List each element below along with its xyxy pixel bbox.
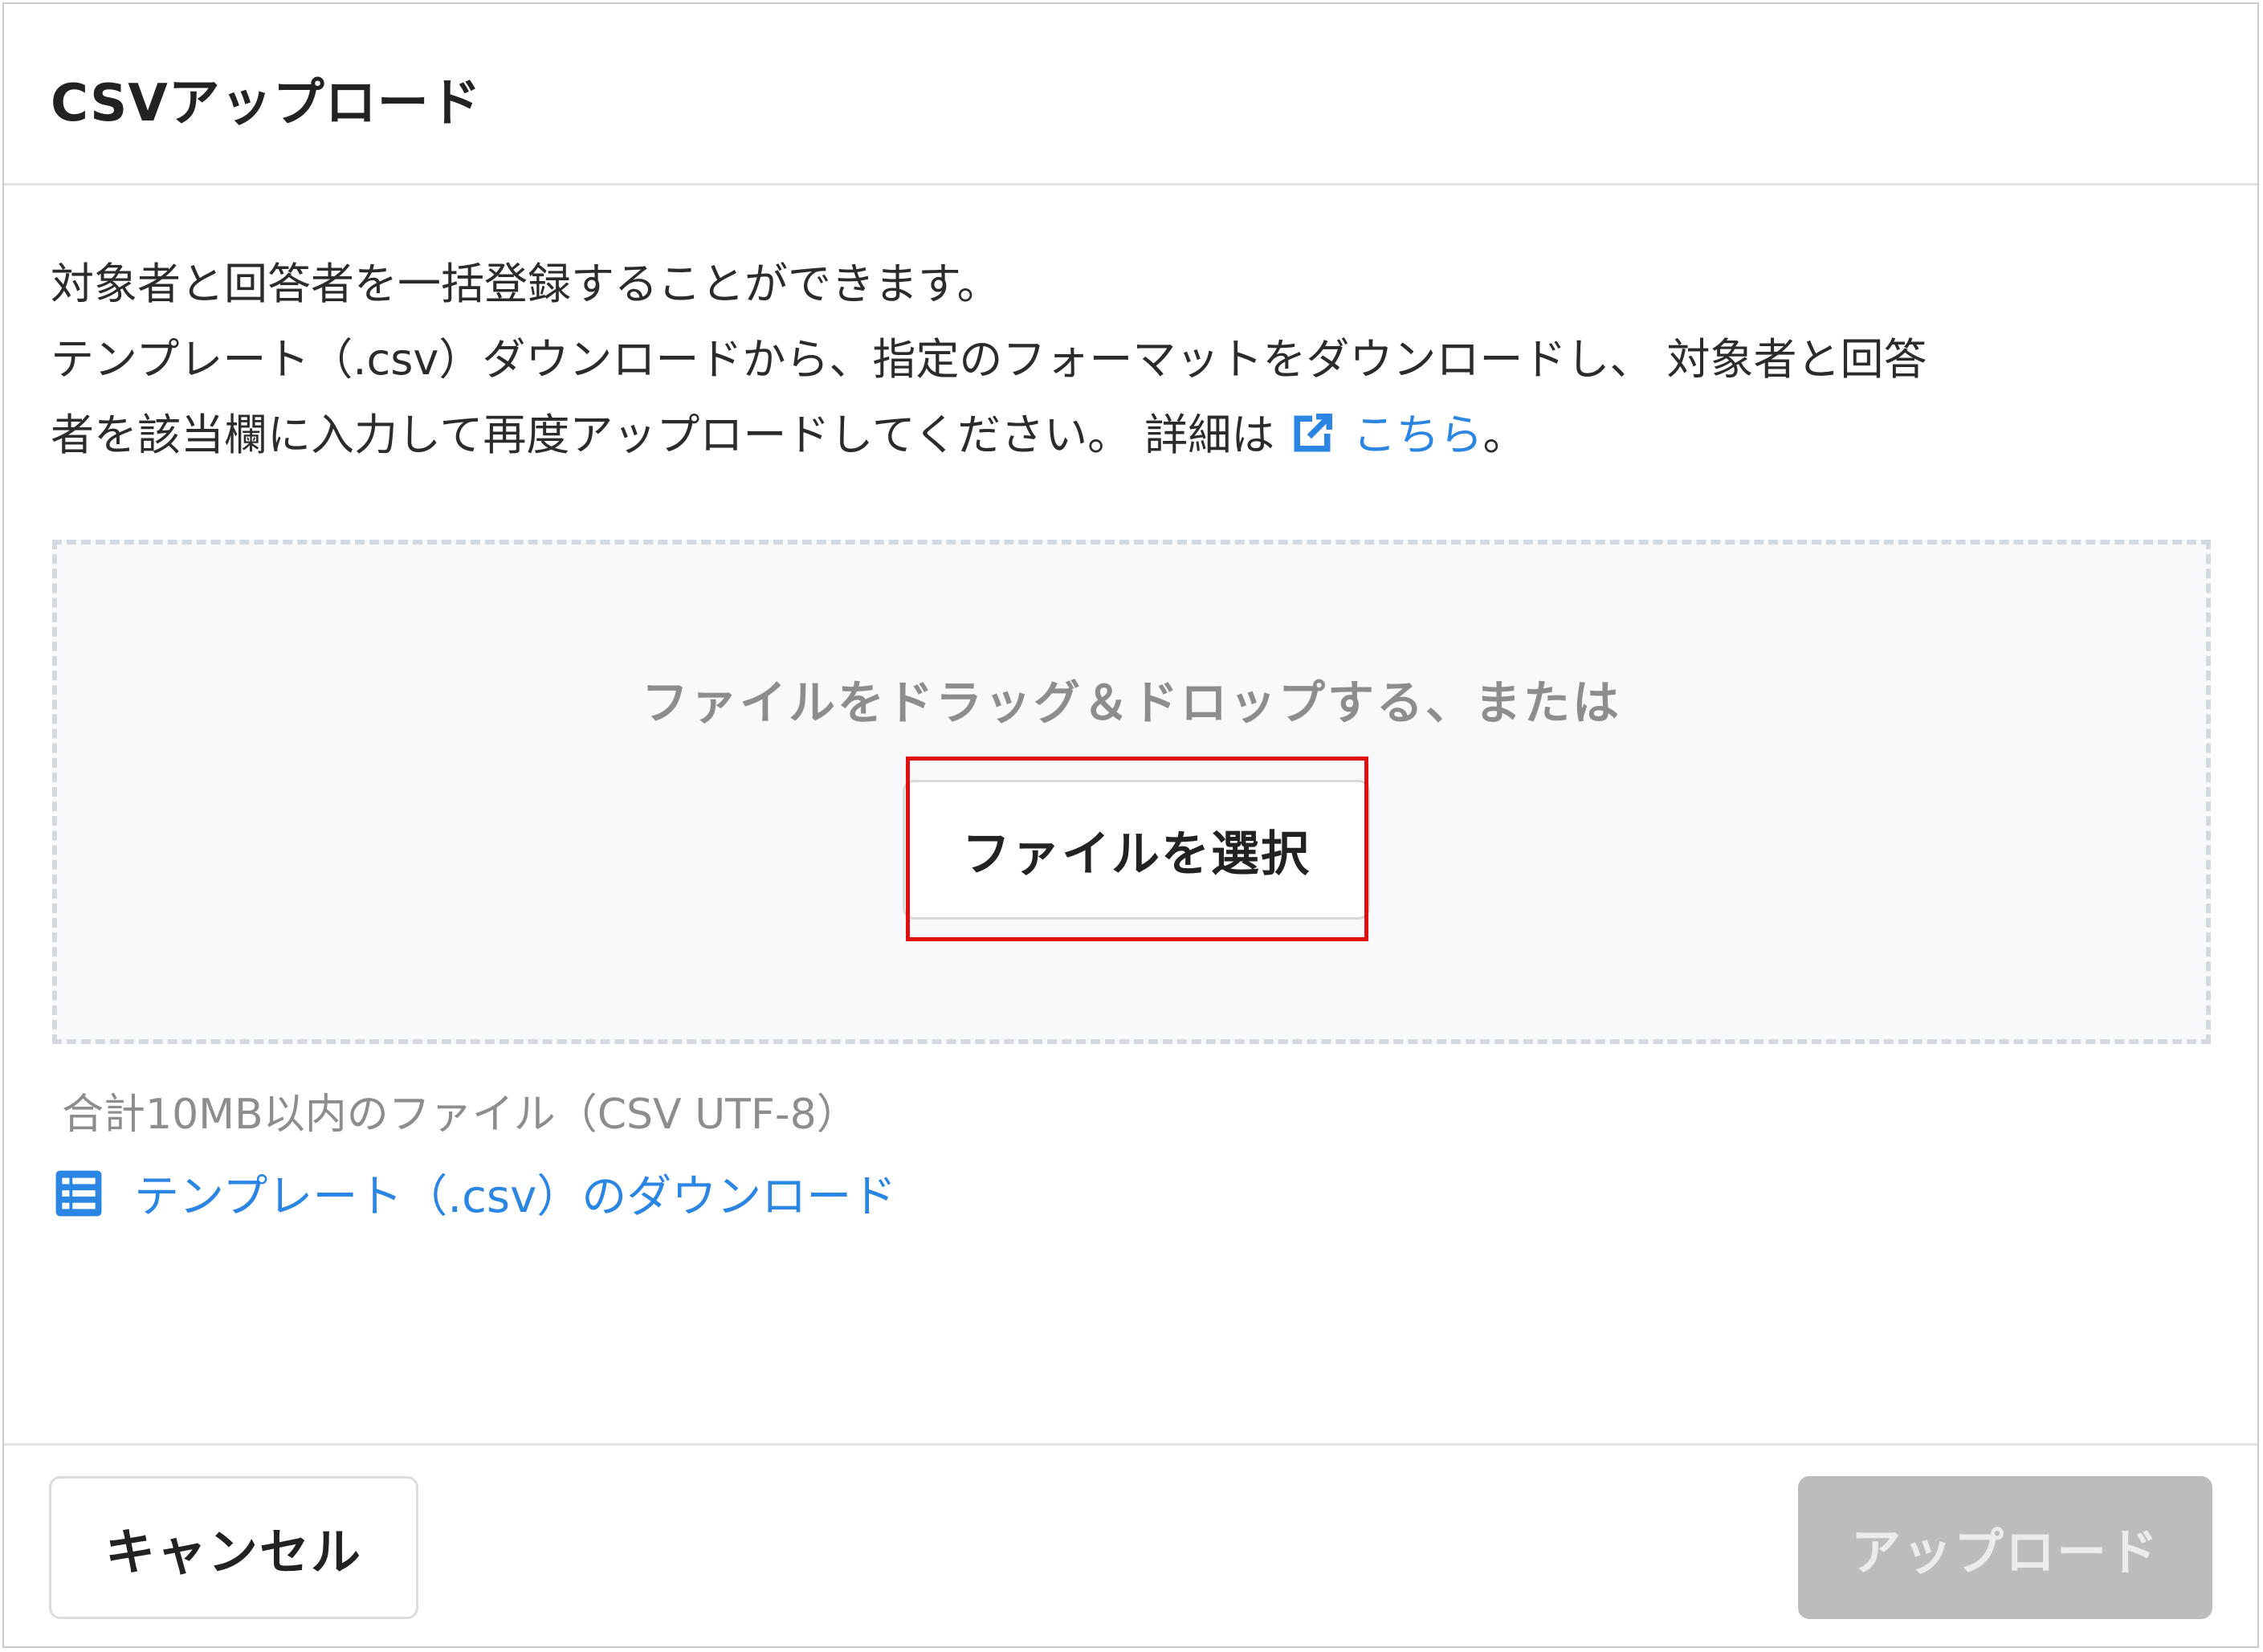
description-line-3-text: 者を該当欄に入力して再度アップロードしてください。 詳細は — [51, 410, 1275, 460]
csv-upload-dialog: CSVアップロード 対象者と回答者を一括登録することができます。 テンプレート（… — [2, 2, 2259, 1648]
select-file-button[interactable]: ファイルを選択 — [903, 780, 1370, 920]
template-download-link[interactable]: テンプレート（.csv）のダウンロード — [54, 1160, 896, 1226]
template-download-label: テンプレート（.csv）のダウンロード — [134, 1171, 897, 1223]
description-line-1: 対象者と回答者を一括登録することができます。 — [51, 259, 1001, 309]
dialog-title: CSVアップロード — [51, 74, 482, 133]
dialog-footer: キャンセル アップロード — [4, 1443, 2257, 1646]
dialog-description: 対象者と回答者を一括登録することができます。 テンプレート（.csv）ダウンロー… — [51, 247, 2211, 473]
file-dropzone[interactable]: ファイルをドラッグ＆ドロップする、または ファイルを選択 — [52, 540, 2211, 1044]
details-link-label: こちら — [1352, 410, 1483, 460]
dialog-header: CSVアップロード — [4, 4, 2257, 186]
file-size-note: 合計10MB以内のファイル（CSV UTF-8） — [62, 1091, 858, 1139]
upload-button[interactable]: アップロード — [1798, 1476, 2212, 1619]
description-line-3: 者を該当欄に入力して再度アップロードしてください。 詳細は こちら。 — [51, 398, 2211, 473]
external-link-icon — [1294, 414, 1333, 452]
description-line-2: テンプレート（.csv）ダウンロードから、指定のフォーマットをダウンロードし、 … — [51, 334, 1927, 385]
table-icon — [55, 1170, 102, 1216]
details-link[interactable]: こちら — [1288, 410, 1482, 460]
dropzone-prompt: ファイルをドラッグ＆ドロップする、または — [641, 675, 1621, 730]
description-line-3-end: 。 — [1482, 410, 1527, 460]
cancel-button[interactable]: キャンセル — [49, 1476, 418, 1619]
